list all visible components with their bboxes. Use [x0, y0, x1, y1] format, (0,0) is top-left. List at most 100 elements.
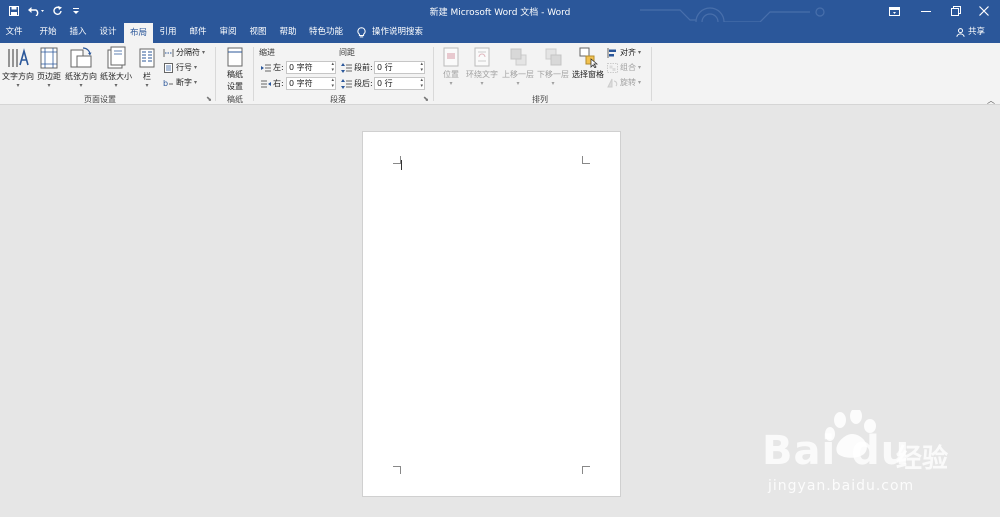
- close-icon[interactable]: [968, 0, 1000, 22]
- svg-text:b: b: [163, 79, 168, 88]
- orientation-button[interactable]: 纸张方向 ▾: [63, 46, 99, 89]
- wrap-text-button[interactable]: 环绕文字 ▾: [465, 46, 499, 87]
- tell-me-search[interactable]: 操作说明搜索: [357, 22, 423, 43]
- spinner-arrows-icon[interactable]: ▴ ▾: [420, 77, 423, 89]
- chevron-down-icon: ▾: [16, 82, 20, 89]
- indent-left-label: 左:: [261, 62, 284, 74]
- chevron-down-icon: ▾: [551, 80, 555, 87]
- page-setup-launcher-icon[interactable]: ⬊: [206, 95, 214, 103]
- title-bar: 新建 Microsoft Word 文档 - Word: [0, 0, 1000, 41]
- breaks-icon: [163, 48, 174, 57]
- minimize-icon[interactable]: [910, 0, 942, 22]
- chevron-down-icon: ▾: [79, 82, 83, 89]
- collapse-ribbon-icon[interactable]: ︿: [987, 95, 995, 106]
- manuscript-icon: [227, 47, 243, 67]
- ribbon-display-options-icon[interactable]: [878, 0, 910, 22]
- indent-right-input[interactable]: 0 字符 ▴ ▾: [286, 77, 336, 90]
- indent-right-icon: [261, 80, 271, 87]
- baidu-jingyan-watermark: Bai du 经验 jingyan.baidu.com: [762, 410, 962, 500]
- page-setup-group-label: 页面设置: [84, 95, 116, 104]
- group-divider: [253, 47, 254, 101]
- spinner-arrows-icon[interactable]: ▴ ▾: [331, 61, 334, 73]
- align-icon: [607, 47, 616, 58]
- line-numbers-button[interactable]: 行号 ▾: [163, 61, 197, 74]
- group-button[interactable]: 组合 ▾: [607, 61, 641, 74]
- spacing-after-input[interactable]: 0 行 ▴ ▾: [374, 77, 425, 90]
- chevron-down-icon: ▾: [638, 49, 642, 56]
- spacing-before-input[interactable]: 0 行 ▴ ▾: [374, 61, 425, 74]
- ribbon: 文字方向 ▾ 页边距 ▾ 纸张方向 ▾ 纸张大小 ▾ 栏 ▾ 分隔符 ▾ 行号 …: [0, 43, 1000, 105]
- group-divider: [215, 47, 216, 101]
- send-backward-button[interactable]: 下移一层 ▾: [536, 46, 570, 87]
- share-button[interactable]: 共享: [956, 22, 985, 43]
- indent-left-input[interactable]: 0 字符 ▴ ▾: [286, 61, 336, 74]
- indent-left-icon: [261, 64, 271, 71]
- columns-icon: [139, 48, 155, 68]
- chevron-down-icon: ▾: [47, 82, 51, 89]
- breaks-button[interactable]: 分隔符 ▾: [163, 46, 205, 59]
- columns-button[interactable]: 栏 ▾: [137, 46, 157, 89]
- chevron-down-icon: ▾: [516, 80, 520, 87]
- tab-references[interactable]: 引用: [153, 22, 183, 43]
- tab-view[interactable]: 视图: [243, 22, 273, 43]
- tab-layout[interactable]: 布局: [124, 23, 153, 43]
- manuscript-settings-button[interactable]: 稿纸 设置: [221, 46, 249, 92]
- window-title: 新建 Microsoft Word 文档 - Word: [429, 8, 571, 18]
- spacing-title: 间距: [339, 48, 355, 57]
- text-direction-button[interactable]: 文字方向 ▾: [2, 46, 34, 89]
- send-backward-label: 下移一层: [537, 70, 569, 79]
- bring-forward-label: 上移一层: [502, 70, 534, 79]
- group-divider: [433, 47, 434, 101]
- indent-title: 缩进: [259, 48, 275, 57]
- line-numbers-icon: [164, 62, 173, 73]
- crop-mark-bottom-left: [393, 466, 401, 474]
- tab-mailings[interactable]: 邮件: [183, 22, 213, 43]
- chevron-down-icon: ▾: [638, 79, 642, 86]
- align-button[interactable]: 对齐 ▾: [607, 46, 641, 59]
- spacing-after-value: 0 行: [377, 79, 393, 88]
- indent-right-text: 右:: [273, 79, 284, 88]
- group-divider: [651, 47, 652, 101]
- position-button[interactable]: 位置 ▾: [440, 46, 462, 87]
- hyphenation-button[interactable]: b 断字 ▾: [163, 76, 197, 89]
- text-direction-icon: [8, 48, 29, 67]
- selection-pane-button[interactable]: 选择窗格: [571, 46, 605, 80]
- margins-icon: [40, 47, 58, 69]
- tab-file[interactable]: 文件: [0, 22, 28, 43]
- manuscript-label-line1: 稿纸: [227, 70, 243, 79]
- indent-right-label: 右:: [261, 78, 284, 90]
- watermark-cn-text: 经验: [896, 444, 949, 474]
- spinner-arrows-icon[interactable]: ▴ ▾: [420, 61, 423, 73]
- group-icon: [607, 62, 618, 73]
- share-label: 共享: [968, 27, 986, 37]
- tell-me-label: 操作说明搜索: [372, 27, 424, 37]
- rotate-icon: [607, 78, 618, 87]
- manuscript-group-label: 稿纸: [227, 95, 243, 104]
- tab-special-features[interactable]: 特色功能: [303, 22, 349, 43]
- hyphenation-label: 断字: [176, 78, 192, 87]
- paragraph-launcher-icon[interactable]: ⬊: [423, 95, 431, 103]
- size-button[interactable]: 纸张大小 ▾: [99, 46, 133, 89]
- group-label: 组合: [620, 63, 636, 72]
- position-label: 位置: [443, 70, 459, 79]
- spinner-arrows-icon[interactable]: ▴ ▾: [331, 77, 334, 89]
- person-icon: [956, 28, 965, 37]
- manuscript-label-line2: 设置: [227, 82, 243, 91]
- tab-help[interactable]: 帮助: [273, 22, 303, 43]
- paper-size-icon: [107, 46, 126, 69]
- chevron-down-icon: ▾: [449, 80, 453, 87]
- spacing-after-text: 段后:: [354, 79, 373, 88]
- tab-home[interactable]: 开始: [33, 22, 63, 43]
- margins-button[interactable]: 页边距 ▾: [36, 46, 62, 89]
- selection-pane-icon: [579, 47, 598, 68]
- tab-review[interactable]: 审阅: [213, 22, 243, 43]
- tab-design[interactable]: 设计: [93, 22, 123, 43]
- document-page[interactable]: [362, 131, 621, 497]
- crop-mark-top-left: [393, 156, 401, 164]
- chevron-down-icon: ▾: [638, 64, 642, 71]
- rotate-button[interactable]: 旋转 ▾: [607, 76, 641, 89]
- bring-forward-button[interactable]: 上移一层 ▾: [501, 46, 535, 87]
- tab-insert[interactable]: 插入: [63, 22, 93, 43]
- rotate-label: 旋转: [620, 78, 636, 87]
- text-cursor: [401, 160, 402, 170]
